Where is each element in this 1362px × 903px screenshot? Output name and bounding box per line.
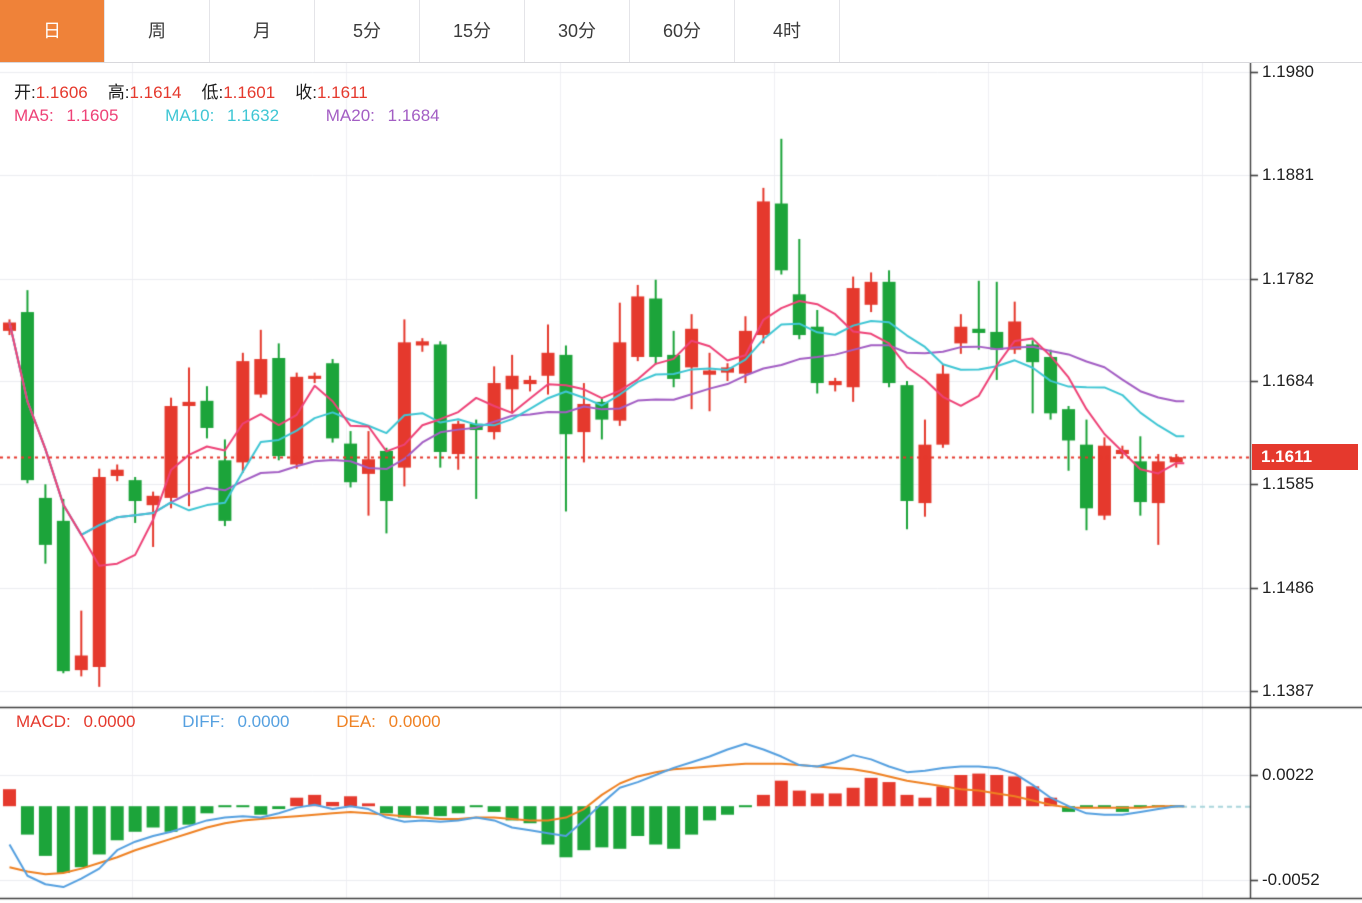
tab-5min[interactable]: 5分 bbox=[315, 0, 420, 62]
ma10-legend-item: MA10: 1.1632 bbox=[165, 106, 287, 125]
macd-legend: MACD: 0.0000 DIFF: 0.0000 DEA: 0.0000 bbox=[16, 712, 457, 732]
high-value: 1.1614 bbox=[129, 83, 181, 102]
price-axis: 1.1611 1.1980 1.1881 1.1782 1.1684 1.1585 1.1… bbox=[1250, 0, 1362, 903]
ma-legend: MA5: 1.1605 MA10: 1.1632 MA20: 1.1684 bbox=[14, 106, 456, 126]
close-value: 1.1611 bbox=[317, 83, 368, 102]
candlestick-chart-canvas[interactable] bbox=[0, 0, 1362, 903]
price-axis-label: 1.1980 bbox=[1262, 62, 1314, 82]
high-label: 高: bbox=[108, 83, 130, 102]
tab-month[interactable]: 月 bbox=[210, 0, 315, 62]
open-label: 开: bbox=[14, 83, 36, 102]
open-value: 1.1606 bbox=[36, 83, 88, 102]
tab-day[interactable]: 日 bbox=[0, 0, 105, 62]
low-label: 低: bbox=[201, 83, 223, 102]
macd-axis-label: -0.0052 bbox=[1262, 870, 1320, 890]
ma20-legend-item: MA20: 1.1684 bbox=[326, 106, 448, 125]
kline-chart-app: 日 周 月 5分 15分 30分 60分 4时 开:1.1606 高:1.1614… bbox=[0, 0, 1362, 903]
close-label: 收: bbox=[295, 83, 317, 102]
tab-30min[interactable]: 30分 bbox=[525, 0, 630, 62]
tabbar-filler bbox=[840, 0, 1362, 62]
tab-4hour[interactable]: 4时 bbox=[735, 0, 840, 62]
timeframe-tabbar: 日 周 月 5分 15分 30分 60分 4时 bbox=[0, 0, 1362, 63]
current-price-marker: 1.1611 bbox=[1252, 444, 1358, 470]
macd-axis-label: 0.0022 bbox=[1262, 765, 1314, 785]
ma5-legend-item: MA5: 1.1605 bbox=[14, 106, 126, 125]
diff-legend-item: DIFF: 0.0000 bbox=[182, 712, 297, 731]
ohlc-legend: 开:1.1606 高:1.1614 低:1.1601 收:1.1611 bbox=[14, 78, 388, 103]
price-axis-label: 1.1387 bbox=[1262, 681, 1314, 701]
tab-60min[interactable]: 60分 bbox=[630, 0, 735, 62]
price-axis-label: 1.1486 bbox=[1262, 578, 1314, 598]
price-axis-label: 1.1684 bbox=[1262, 371, 1314, 391]
dea-legend-item: DEA: 0.0000 bbox=[336, 712, 448, 731]
macd-legend-item: MACD: 0.0000 bbox=[16, 712, 144, 731]
low-value: 1.1601 bbox=[223, 83, 275, 102]
price-axis-label: 1.1881 bbox=[1262, 165, 1314, 185]
price-axis-label: 1.1585 bbox=[1262, 474, 1314, 494]
tab-15min[interactable]: 15分 bbox=[420, 0, 525, 62]
tab-week[interactable]: 周 bbox=[105, 0, 210, 62]
price-axis-label: 1.1782 bbox=[1262, 269, 1314, 289]
